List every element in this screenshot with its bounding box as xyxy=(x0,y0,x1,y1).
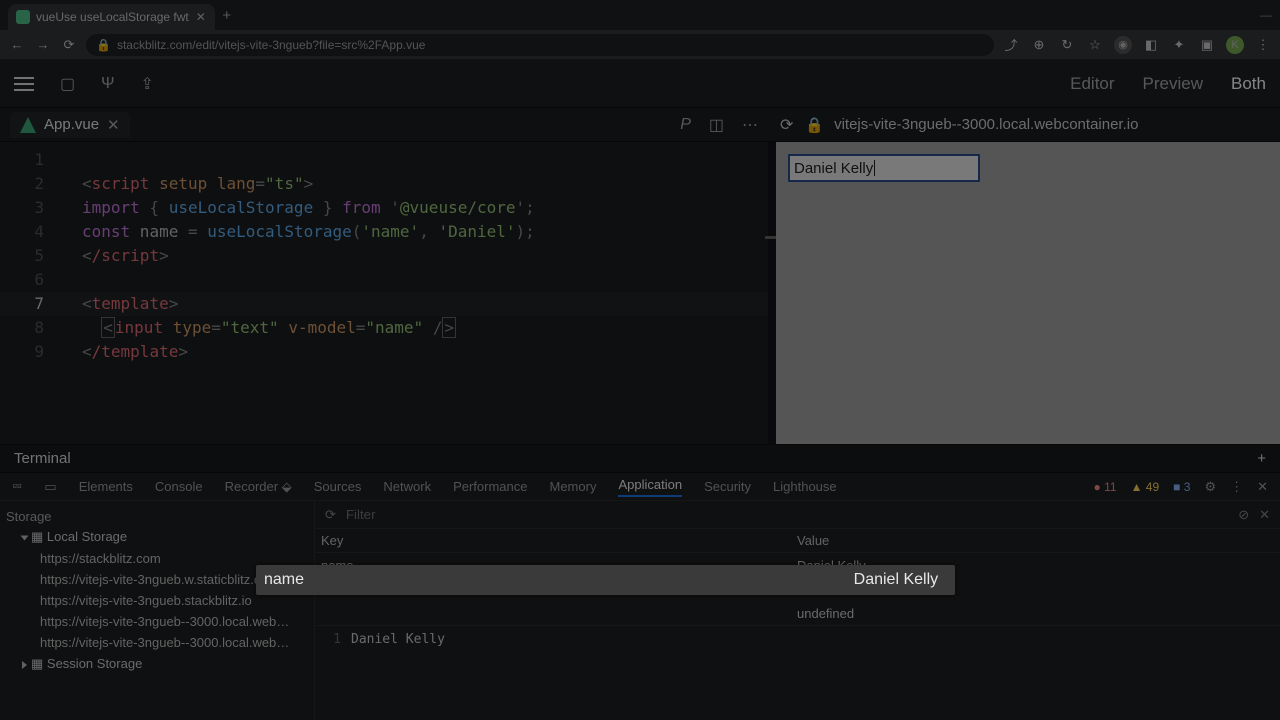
highlight-key: name xyxy=(264,571,640,589)
error-badge[interactable]: ● 11 xyxy=(1094,480,1117,494)
browser-tabstrip: vueUse useLocalStorage fwt ✕ + — xyxy=(0,0,1280,30)
lock-icon: 🔒 xyxy=(96,38,111,52)
preview-viewport[interactable]: Daniel Kelly xyxy=(776,142,1280,444)
clear-icon[interactable]: ⊘ xyxy=(1238,507,1249,523)
editor-preview-split: 123456789 <script setup lang="ts"> impor… xyxy=(0,142,1280,444)
extensions: ⤴ ⊕ ↻ ☆ ◉ ◧ ✦ ▣ K ⋮ xyxy=(1002,36,1272,54)
fork-icon[interactable]: Ψ xyxy=(101,75,114,93)
tree-origin[interactable]: https://vitejs-vite-3ngueb--3000.local.w… xyxy=(0,611,314,632)
storage-detail: 1Daniel Kelly xyxy=(315,625,1280,653)
tab-performance[interactable]: Performance xyxy=(453,479,527,494)
ext-icon[interactable]: ◧ xyxy=(1142,36,1160,54)
terminal-add-icon[interactable]: + xyxy=(1257,450,1266,467)
tab-application[interactable]: Application xyxy=(618,477,682,497)
kebab-menu-icon[interactable]: ⋮ xyxy=(1254,36,1272,54)
preview-text-input[interactable]: Daniel Kelly xyxy=(788,154,980,182)
preview-reload-icon[interactable]: ⟳ xyxy=(780,115,793,135)
warning-badge[interactable]: ▲ 49 xyxy=(1131,480,1160,494)
window-minimize-icon[interactable]: — xyxy=(1260,8,1272,22)
highlight-value: Daniel Kelly xyxy=(640,571,947,589)
mode-both[interactable]: Both xyxy=(1231,74,1266,94)
mode-editor[interactable]: Editor xyxy=(1070,74,1114,94)
devtools-kebab-icon[interactable]: ⋮ xyxy=(1230,479,1243,495)
profile-avatar-icon[interactable]: K xyxy=(1226,36,1244,54)
ext-icon[interactable]: ⤴ xyxy=(1002,36,1020,54)
favicon-icon xyxy=(16,10,30,24)
ext-icon[interactable]: ↻ xyxy=(1058,36,1076,54)
devtools-device-icon[interactable]: ▭ xyxy=(44,479,56,495)
forward-icon[interactable]: → xyxy=(34,36,52,54)
tree-session-storage[interactable]: ▦ Session Storage xyxy=(0,653,314,675)
tab-security[interactable]: Security xyxy=(704,479,751,494)
prettier-icon[interactable]: P xyxy=(680,116,691,134)
tab-elements[interactable]: Elements xyxy=(79,479,133,494)
storage-section-header: Storage xyxy=(0,507,314,526)
ext-icon[interactable]: ☆ xyxy=(1086,36,1104,54)
tab-close-icon[interactable]: ✕ xyxy=(195,11,207,23)
preview-url[interactable]: vitejs-vite-3ngueb--3000.local.webcontai… xyxy=(834,116,1138,133)
storage-tree: Storage ▦ Local Storage https://stackbli… xyxy=(0,501,315,720)
new-tab-button[interactable]: + xyxy=(215,7,239,24)
file-tab-close-icon[interactable]: ✕ xyxy=(107,116,120,134)
ext-icon[interactable]: ⊕ xyxy=(1030,36,1048,54)
back-icon[interactable]: ← xyxy=(8,36,26,54)
browser-tab-title: vueUse useLocalStorage fwt xyxy=(36,10,189,24)
storage-toolbar: ⟳ ⊘ ✕ xyxy=(315,501,1280,529)
code-content: <script setup lang="ts"> import { useLoc… xyxy=(82,148,535,388)
devtools-settings-icon[interactable]: ⚙ xyxy=(1204,479,1216,495)
share-icon[interactable]: ⇪ xyxy=(141,74,154,94)
filter-input[interactable] xyxy=(346,507,1228,522)
devtools-panel: ⮹ ▭ Elements Console Recorder ⬙ Sources … xyxy=(0,472,1280,720)
info-badge[interactable]: ■ 3 xyxy=(1173,480,1190,494)
text-caret-icon xyxy=(874,160,875,176)
vue-file-icon xyxy=(20,117,36,133)
preview-input-value: Daniel Kelly xyxy=(794,160,873,177)
file-tab[interactable]: App.vue ✕ xyxy=(10,112,130,138)
terminal-header[interactable]: Terminal + xyxy=(0,444,1280,472)
delete-icon[interactable]: ✕ xyxy=(1259,507,1270,523)
tab-console[interactable]: Console xyxy=(155,479,203,494)
code-editor[interactable]: 123456789 <script setup lang="ts"> impor… xyxy=(0,142,768,444)
address-bar[interactable]: 🔒 stackblitz.com/edit/vitejs-vite-3ngueb… xyxy=(86,34,994,56)
file-tab-name: App.vue xyxy=(44,116,99,133)
mode-preview[interactable]: Preview xyxy=(1143,74,1203,94)
split-handle[interactable] xyxy=(768,142,776,444)
ext-icon[interactable]: ✦ xyxy=(1170,36,1188,54)
address-url: stackblitz.com/edit/vitejs-vite-3ngueb?f… xyxy=(117,38,425,52)
reload-icon[interactable]: ⟳ xyxy=(60,36,78,54)
refresh-icon[interactable]: ⟳ xyxy=(325,507,336,523)
detail-value: Daniel Kelly xyxy=(351,632,445,647)
tab-sources[interactable]: Sources xyxy=(314,479,362,494)
storage-table: ⟳ ⊘ ✕ Key Value name Daniel Kelly Daniel… xyxy=(315,501,1280,720)
terminal-title-label: Terminal xyxy=(14,450,71,467)
ext-icon[interactable]: ▣ xyxy=(1198,36,1216,54)
table-header-row: Key Value xyxy=(315,529,1280,553)
line-gutter: 123456789 xyxy=(0,148,60,364)
devtools-inspect-icon[interactable]: ⮹ xyxy=(12,479,22,495)
tab-memory[interactable]: Memory xyxy=(550,479,597,494)
devtools-close-icon[interactable]: ✕ xyxy=(1257,479,1268,495)
hamburger-menu-icon[interactable] xyxy=(14,73,34,95)
split-editor-icon[interactable]: ◫ xyxy=(709,115,724,135)
preview-lock-icon: 🔒 xyxy=(805,116,824,134)
table-row[interactable]: undefined xyxy=(315,601,1280,625)
tab-lighthouse[interactable]: Lighthouse xyxy=(773,479,837,494)
col-key[interactable]: Key xyxy=(315,533,791,548)
browser-tab[interactable]: vueUse useLocalStorage fwt ✕ xyxy=(8,4,215,30)
stackblitz-header: ▢ Ψ ⇪ Editor Preview Both xyxy=(0,60,1280,108)
highlighted-storage-row[interactable]: name Daniel Kelly xyxy=(256,565,955,595)
devtools-tabs: ⮹ ▭ Elements Console Recorder ⬙ Sources … xyxy=(0,473,1280,501)
tab-recorder[interactable]: Recorder ⬙ xyxy=(225,479,292,495)
view-mode-tabs: Editor Preview Both xyxy=(1070,74,1266,94)
ext-icon[interactable]: ◉ xyxy=(1114,36,1132,54)
preview-pane: Daniel Kelly xyxy=(776,142,1280,444)
more-icon[interactable]: ⋯ xyxy=(742,115,758,135)
tab-network[interactable]: Network xyxy=(383,479,431,494)
col-value[interactable]: Value xyxy=(791,533,1280,548)
browser-toolbar: ← → ⟳ 🔒 stackblitz.com/edit/vitejs-vite-… xyxy=(0,30,1280,60)
tree-origin[interactable]: https://vitejs-vite-3ngueb--3000.local.w… xyxy=(0,632,314,653)
tree-local-storage[interactable]: ▦ Local Storage xyxy=(0,526,314,548)
save-icon[interactable]: ▢ xyxy=(60,74,75,94)
